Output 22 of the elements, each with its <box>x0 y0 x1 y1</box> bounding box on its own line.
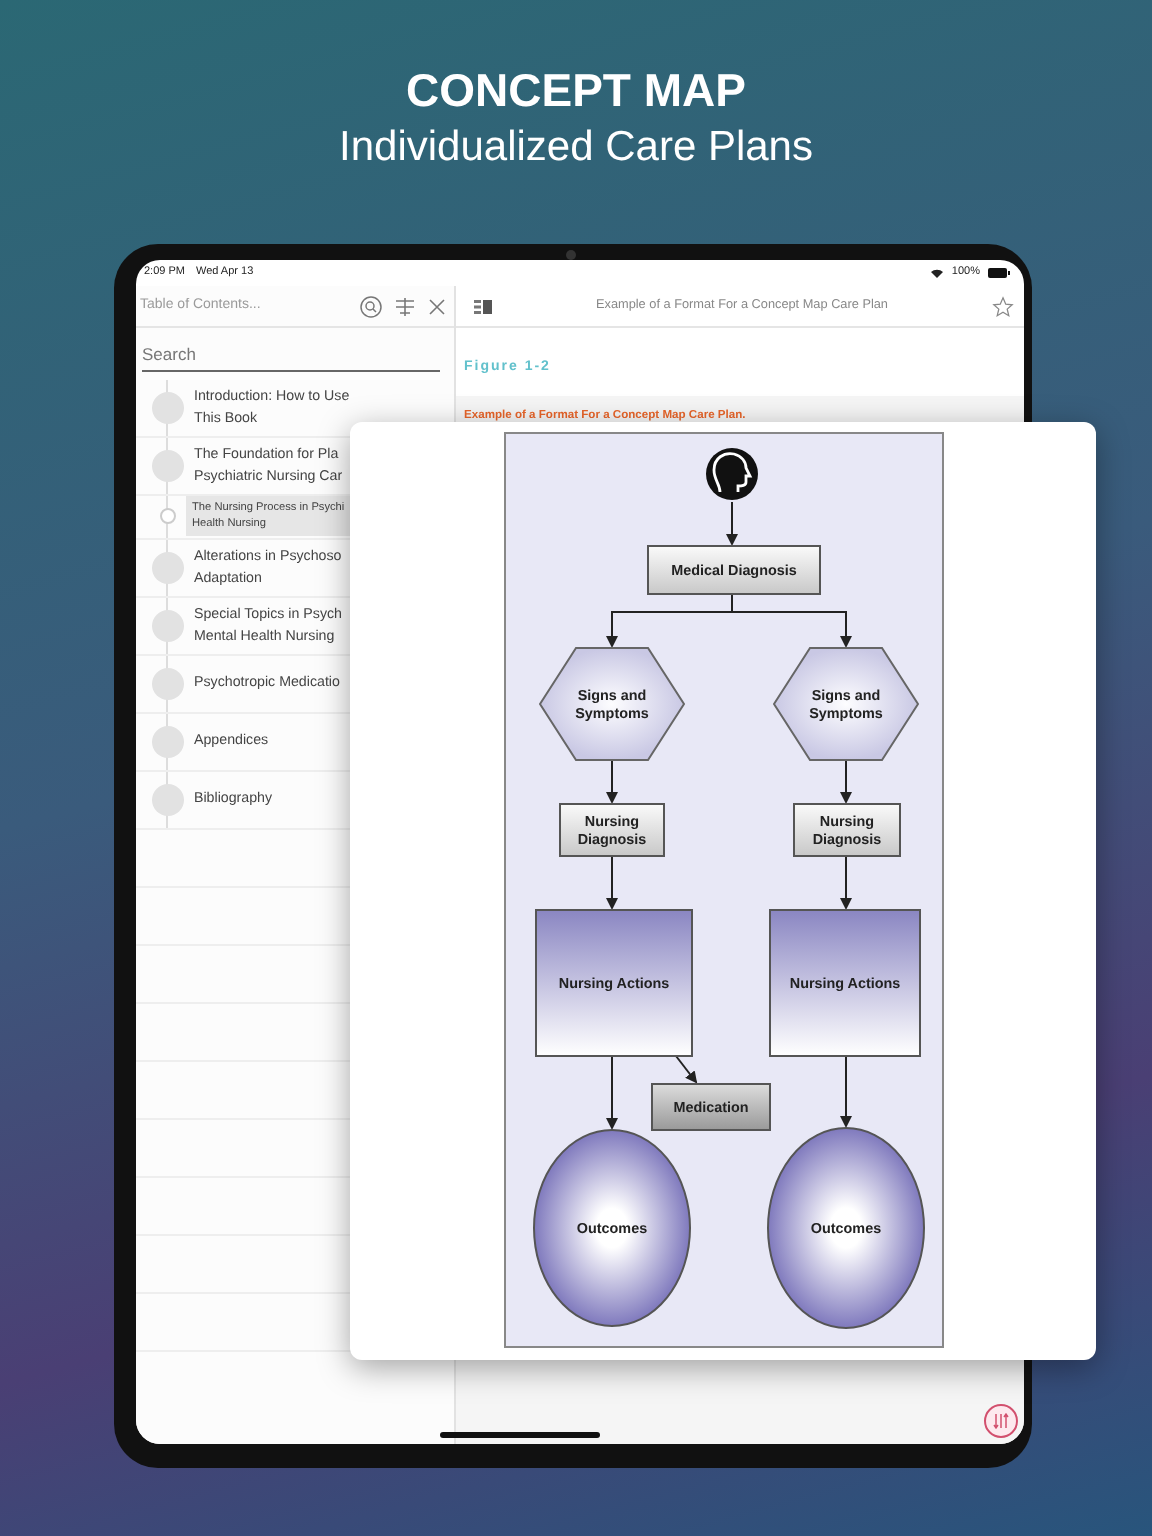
sidebar-toggle-icon[interactable] <box>474 299 492 313</box>
arrow <box>605 759 617 804</box>
star-icon[interactable] <box>992 295 1014 317</box>
wifi-icon <box>929 268 944 278</box>
search-icon[interactable] <box>360 295 382 317</box>
arrow <box>605 855 617 910</box>
close-icon[interactable] <box>428 297 446 315</box>
headline: CONCEPT MAP <box>406 64 746 116</box>
arrow <box>674 1055 697 1084</box>
sort-icon <box>992 1412 1010 1430</box>
search-field[interactable]: Search <box>142 342 440 372</box>
subheadline: Individualized Care Plans <box>339 122 813 174</box>
arrow <box>725 501 737 546</box>
arrow <box>839 1055 851 1128</box>
head-icon <box>705 448 757 500</box>
arrow <box>839 855 851 910</box>
battery-icon <box>988 268 1010 278</box>
camera-dot <box>566 250 576 260</box>
filter-icon[interactable] <box>394 295 416 317</box>
node-dot <box>160 508 176 525</box>
arrow <box>605 1055 617 1130</box>
arrow <box>839 759 851 804</box>
